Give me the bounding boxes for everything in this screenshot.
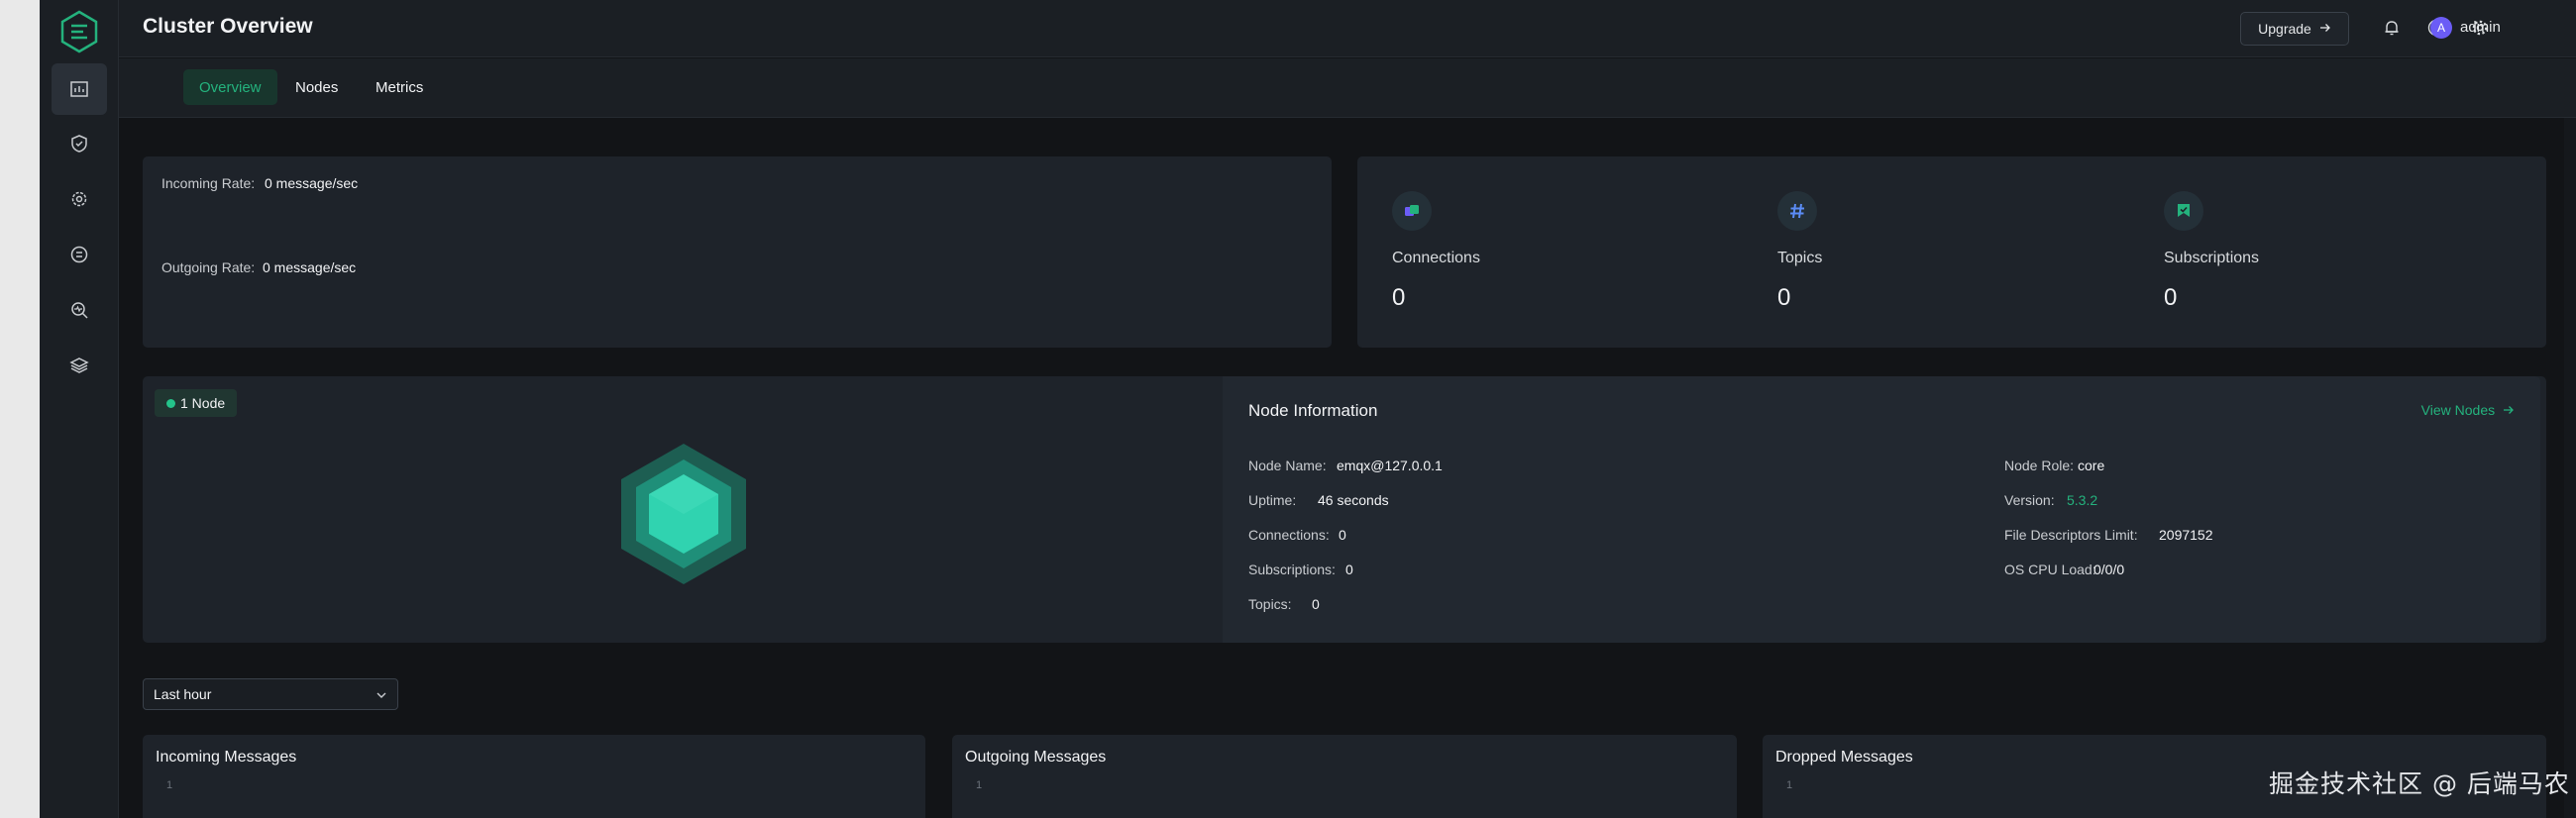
node-information-title: Node Information <box>1248 401 1378 420</box>
node-count-badge: 1 Node <box>155 389 238 417</box>
node-information-panel: Node Information View Nodes Node Name: e… <box>1223 376 2540 643</box>
incoming-rate-value: 0 message/sec <box>265 175 359 191</box>
avatar[interactable]: A <box>2430 17 2452 39</box>
rate-card: Incoming Rate: 0 message/sec Outgoing Ra… <box>143 156 1332 348</box>
connections-icon <box>1392 191 1432 231</box>
version-value: 5.3.2 <box>2067 492 2098 508</box>
node-name-value: emqx@127.0.0.1 <box>1337 458 1443 473</box>
stats-card: Connections 0 Topics 0 Subscriptions 0 <box>1357 156 2546 348</box>
file-descriptors-label: File Descriptors Limit: <box>2004 527 2138 543</box>
version-label: Version: <box>2004 492 2055 508</box>
subscriptions-value: 0 <box>2164 284 2178 311</box>
subscriptions-label: Subscriptions <box>2164 250 2260 266</box>
arrow-right-icon <box>2319 21 2331 37</box>
outgoing-rate-label: Outgoing Rate: <box>161 259 256 275</box>
bell-icon[interactable] <box>2381 17 2403 39</box>
incoming-rate-label: Incoming Rate: <box>161 175 256 191</box>
os-cpu-load-label: OS CPU Load: <box>2004 562 2096 577</box>
connections-label: Connections <box>1392 250 1480 266</box>
outgoing-rate-value: 0 message/sec <box>263 259 357 275</box>
topics-label: Topics <box>1777 250 1823 266</box>
arrow-right-icon <box>2503 402 2515 418</box>
shield-icon[interactable] <box>52 118 107 169</box>
watermark-text: 掘金技术社区 @ 后端马农 <box>2269 769 2570 798</box>
incoming-messages-chart: Incoming Messages 1 <box>143 735 925 818</box>
app-window: Cluster Overview Upgrade A admin Overvie… <box>40 0 2576 818</box>
chart-title: Dropped Messages <box>1775 749 1913 766</box>
node-name-label: Node Name: <box>1248 458 1327 473</box>
subscriptions-icon <box>2164 191 2203 231</box>
uptime-value: 46 seconds <box>1318 492 1389 508</box>
sidebar <box>40 0 119 818</box>
cluster-card: 1 Node Node Information View Nodes Node … <box>143 376 2546 643</box>
node-role-label: Node Role: <box>2004 458 2075 473</box>
connections-value: 0 <box>1392 284 1406 311</box>
time-range-value: Last hour <box>154 686 212 702</box>
subscriptions-info-value: 0 <box>1345 562 1353 577</box>
chart-y-tick: 1 <box>1786 779 1793 791</box>
node-role-value: core <box>2078 458 2105 473</box>
uptime-label: Uptime: <box>1248 492 1297 508</box>
file-descriptors-value: 2097152 <box>2159 527 2213 543</box>
tab-nodes[interactable]: Nodes <box>279 69 354 105</box>
view-nodes-link[interactable]: View Nodes <box>2421 402 2515 418</box>
topics-value: 0 <box>1777 284 1791 311</box>
gear-cycle-icon[interactable] <box>52 173 107 225</box>
chart-title: Incoming Messages <box>156 749 297 766</box>
chart-y-tick: 1 <box>976 779 983 791</box>
os-cpu-load-value: 0/0/0 <box>2093 562 2125 577</box>
top-header: Cluster Overview Upgrade <box>119 0 2576 57</box>
connections-info-value: 0 <box>1339 527 1346 543</box>
stack-icon[interactable] <box>52 340 107 391</box>
diagnose-icon[interactable] <box>52 284 107 336</box>
subscriptions-info-label: Subscriptions: <box>1248 562 1336 577</box>
chart-y-tick: 1 <box>166 779 173 791</box>
chart-title: Outgoing Messages <box>965 749 1107 766</box>
dashboard-icon[interactable] <box>52 63 107 115</box>
database-icon[interactable] <box>52 229 107 280</box>
hash-icon <box>1777 191 1817 231</box>
emqx-logo[interactable] <box>57 10 101 53</box>
upgrade-label: Upgrade <box>2258 21 2311 37</box>
connections-info-label: Connections: <box>1248 527 1330 543</box>
view-nodes-label: View Nodes <box>2420 402 2496 418</box>
node-hexagon-icon[interactable] <box>619 442 748 591</box>
upgrade-button[interactable]: Upgrade <box>2240 12 2349 46</box>
outgoing-messages-chart: Outgoing Messages 1 <box>952 735 1737 818</box>
tab-metrics[interactable]: Metrics <box>360 69 439 105</box>
page-title: Cluster Overview <box>143 15 313 38</box>
tab-overview[interactable]: Overview <box>183 69 277 105</box>
tab-bar: Overview Nodes Metrics <box>119 58 2576 118</box>
chevron-down-icon <box>376 688 387 704</box>
time-range-select[interactable]: Last hour <box>143 678 398 710</box>
topics-info-value: 0 <box>1312 596 1320 612</box>
username[interactable]: admin <box>2460 19 2501 36</box>
page-scrollbar[interactable] <box>2564 118 2576 818</box>
topics-info-label: Topics: <box>1248 596 1292 612</box>
